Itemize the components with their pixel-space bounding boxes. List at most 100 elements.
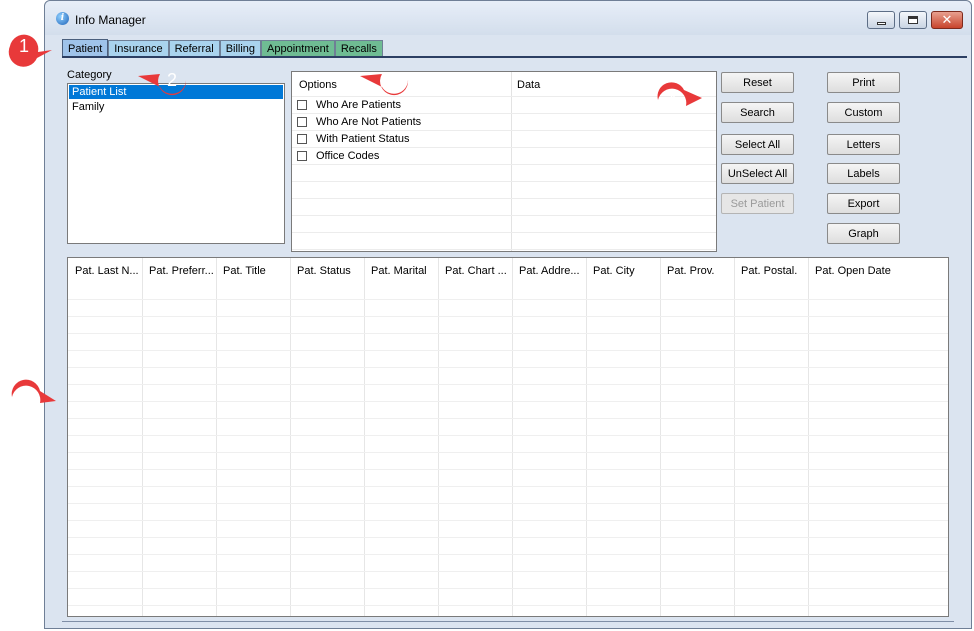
results-column-header[interactable]: Pat. Chart ... bbox=[445, 265, 507, 277]
minimize-button[interactable] bbox=[867, 11, 895, 29]
results-column-divider bbox=[142, 258, 143, 616]
close-icon: ✕ bbox=[941, 12, 953, 28]
results-grid[interactable]: Pat. Last N... Pat. Preferr... Pat. Title P… bbox=[67, 257, 949, 617]
tab-recalls[interactable]: Recalls bbox=[334, 40, 383, 57]
results-column-divider bbox=[586, 258, 587, 616]
letters-button[interactable]: Letters bbox=[827, 134, 900, 155]
callout-4: 4 bbox=[654, 82, 702, 118]
bottom-divider bbox=[62, 621, 954, 622]
data-header: Data bbox=[517, 79, 541, 91]
empty-option-row bbox=[292, 216, 716, 233]
results-column-divider bbox=[660, 258, 661, 616]
callout-number: 3 bbox=[388, 70, 399, 90]
custom-button[interactable]: Custom bbox=[827, 102, 900, 123]
option-row[interactable]: Who Are Patients bbox=[292, 97, 716, 114]
option-row[interactable]: Office Codes bbox=[292, 148, 716, 165]
labels-button[interactable]: Labels bbox=[827, 163, 900, 184]
tab-billing[interactable]: Billing bbox=[219, 40, 262, 57]
results-column-header[interactable]: Pat. Last N... bbox=[75, 265, 139, 277]
set-patient-button[interactable]: Set Patient bbox=[721, 193, 794, 214]
results-row-line bbox=[68, 350, 948, 351]
option-label: Office Codes bbox=[316, 150, 380, 162]
search-button[interactable]: Search bbox=[721, 102, 794, 123]
info-icon: i bbox=[56, 12, 69, 25]
close-button[interactable]: ✕ bbox=[931, 11, 963, 29]
results-column-divider bbox=[734, 258, 735, 616]
category-item-family[interactable]: Family bbox=[69, 100, 283, 114]
results-row-line bbox=[68, 299, 948, 300]
results-row-line bbox=[68, 588, 948, 589]
results-column-divider bbox=[438, 258, 439, 616]
results-header-row: Pat. Last N... Pat. Preferr... Pat. Title P… bbox=[68, 258, 948, 290]
category-listbox[interactable]: Patient List Family bbox=[67, 83, 285, 244]
checkbox-with-patient-status[interactable] bbox=[297, 134, 307, 144]
graph-button[interactable]: Graph bbox=[827, 223, 900, 244]
callout-3: 3 bbox=[360, 62, 412, 98]
callout-number: 1 bbox=[18, 36, 29, 56]
results-column-header[interactable]: Pat. Marital bbox=[371, 265, 427, 277]
select-all-button[interactable]: Select All bbox=[721, 134, 794, 155]
results-column-header[interactable]: Pat. Addre... bbox=[519, 265, 580, 277]
tab-referral[interactable]: Referral bbox=[168, 40, 220, 57]
results-column-header[interactable]: Pat. Preferr... bbox=[149, 265, 214, 277]
checkbox-office-codes[interactable] bbox=[297, 151, 307, 161]
minimize-icon bbox=[876, 21, 886, 25]
callout-number: 2 bbox=[166, 70, 177, 90]
results-column-divider bbox=[512, 258, 513, 616]
results-column-divider bbox=[364, 258, 365, 616]
results-row-line bbox=[68, 469, 948, 470]
option-row[interactable]: With Patient Status bbox=[292, 131, 716, 148]
callout-2: 2 bbox=[138, 62, 190, 98]
results-column-header[interactable]: Pat. Status bbox=[297, 265, 351, 277]
results-row-line bbox=[68, 401, 948, 402]
option-label: Who Are Patients bbox=[316, 99, 401, 111]
reset-button[interactable]: Reset bbox=[721, 72, 794, 93]
callout-number: 4 bbox=[666, 90, 677, 110]
callout-number: 5 bbox=[20, 387, 31, 407]
results-column-divider bbox=[290, 258, 291, 616]
checkbox-who-are-patients[interactable] bbox=[297, 100, 307, 110]
option-label: Who Are Not Patients bbox=[316, 116, 422, 128]
options-header: Options bbox=[299, 79, 337, 91]
checkbox-who-are-not-patients[interactable] bbox=[297, 117, 307, 127]
window-title: Info Manager bbox=[75, 13, 146, 27]
results-row-line bbox=[68, 520, 948, 521]
results-row-line bbox=[68, 384, 948, 385]
results-row-line bbox=[68, 333, 948, 334]
maximize-icon bbox=[908, 16, 918, 24]
results-column-header[interactable]: Pat. Postal. bbox=[741, 265, 797, 277]
results-column-divider bbox=[216, 258, 217, 616]
option-row[interactable]: Who Are Not Patients bbox=[292, 114, 716, 131]
export-button[interactable]: Export bbox=[827, 193, 900, 214]
tab-appointment[interactable]: Appointment bbox=[261, 40, 335, 57]
results-row-line bbox=[68, 418, 948, 419]
results-row-line bbox=[68, 452, 948, 453]
print-button[interactable]: Print bbox=[827, 72, 900, 93]
results-column-header[interactable]: Pat. Title bbox=[223, 265, 266, 277]
results-row-line bbox=[68, 571, 948, 572]
maximize-button[interactable] bbox=[899, 11, 927, 29]
empty-option-row bbox=[292, 233, 716, 250]
results-column-header[interactable]: Pat. Prov. bbox=[667, 265, 714, 277]
results-row-line bbox=[68, 367, 948, 368]
results-row-line bbox=[68, 605, 948, 606]
results-row-line bbox=[68, 537, 948, 538]
results-row-line bbox=[68, 435, 948, 436]
unselect-all-button[interactable]: UnSelect All bbox=[721, 163, 794, 184]
options-header-row: Options Data bbox=[292, 72, 716, 97]
option-label: With Patient Status bbox=[316, 133, 410, 145]
results-row-line bbox=[68, 503, 948, 504]
callout-1: 1 bbox=[6, 28, 52, 67]
results-column-header[interactable]: Pat. Open Date bbox=[815, 265, 891, 277]
title-bar[interactable]: i Info Manager ✕ bbox=[45, 1, 971, 35]
tab-underline bbox=[62, 56, 967, 58]
empty-option-row bbox=[292, 182, 716, 199]
results-column-header[interactable]: Pat. City bbox=[593, 265, 635, 277]
results-row-line bbox=[68, 486, 948, 487]
results-column-divider bbox=[808, 258, 809, 616]
tab-patient[interactable]: Patient bbox=[62, 39, 109, 57]
empty-option-row bbox=[292, 199, 716, 216]
empty-option-row bbox=[292, 165, 716, 182]
tab-insurance[interactable]: Insurance bbox=[108, 40, 169, 57]
results-row-line bbox=[68, 554, 948, 555]
